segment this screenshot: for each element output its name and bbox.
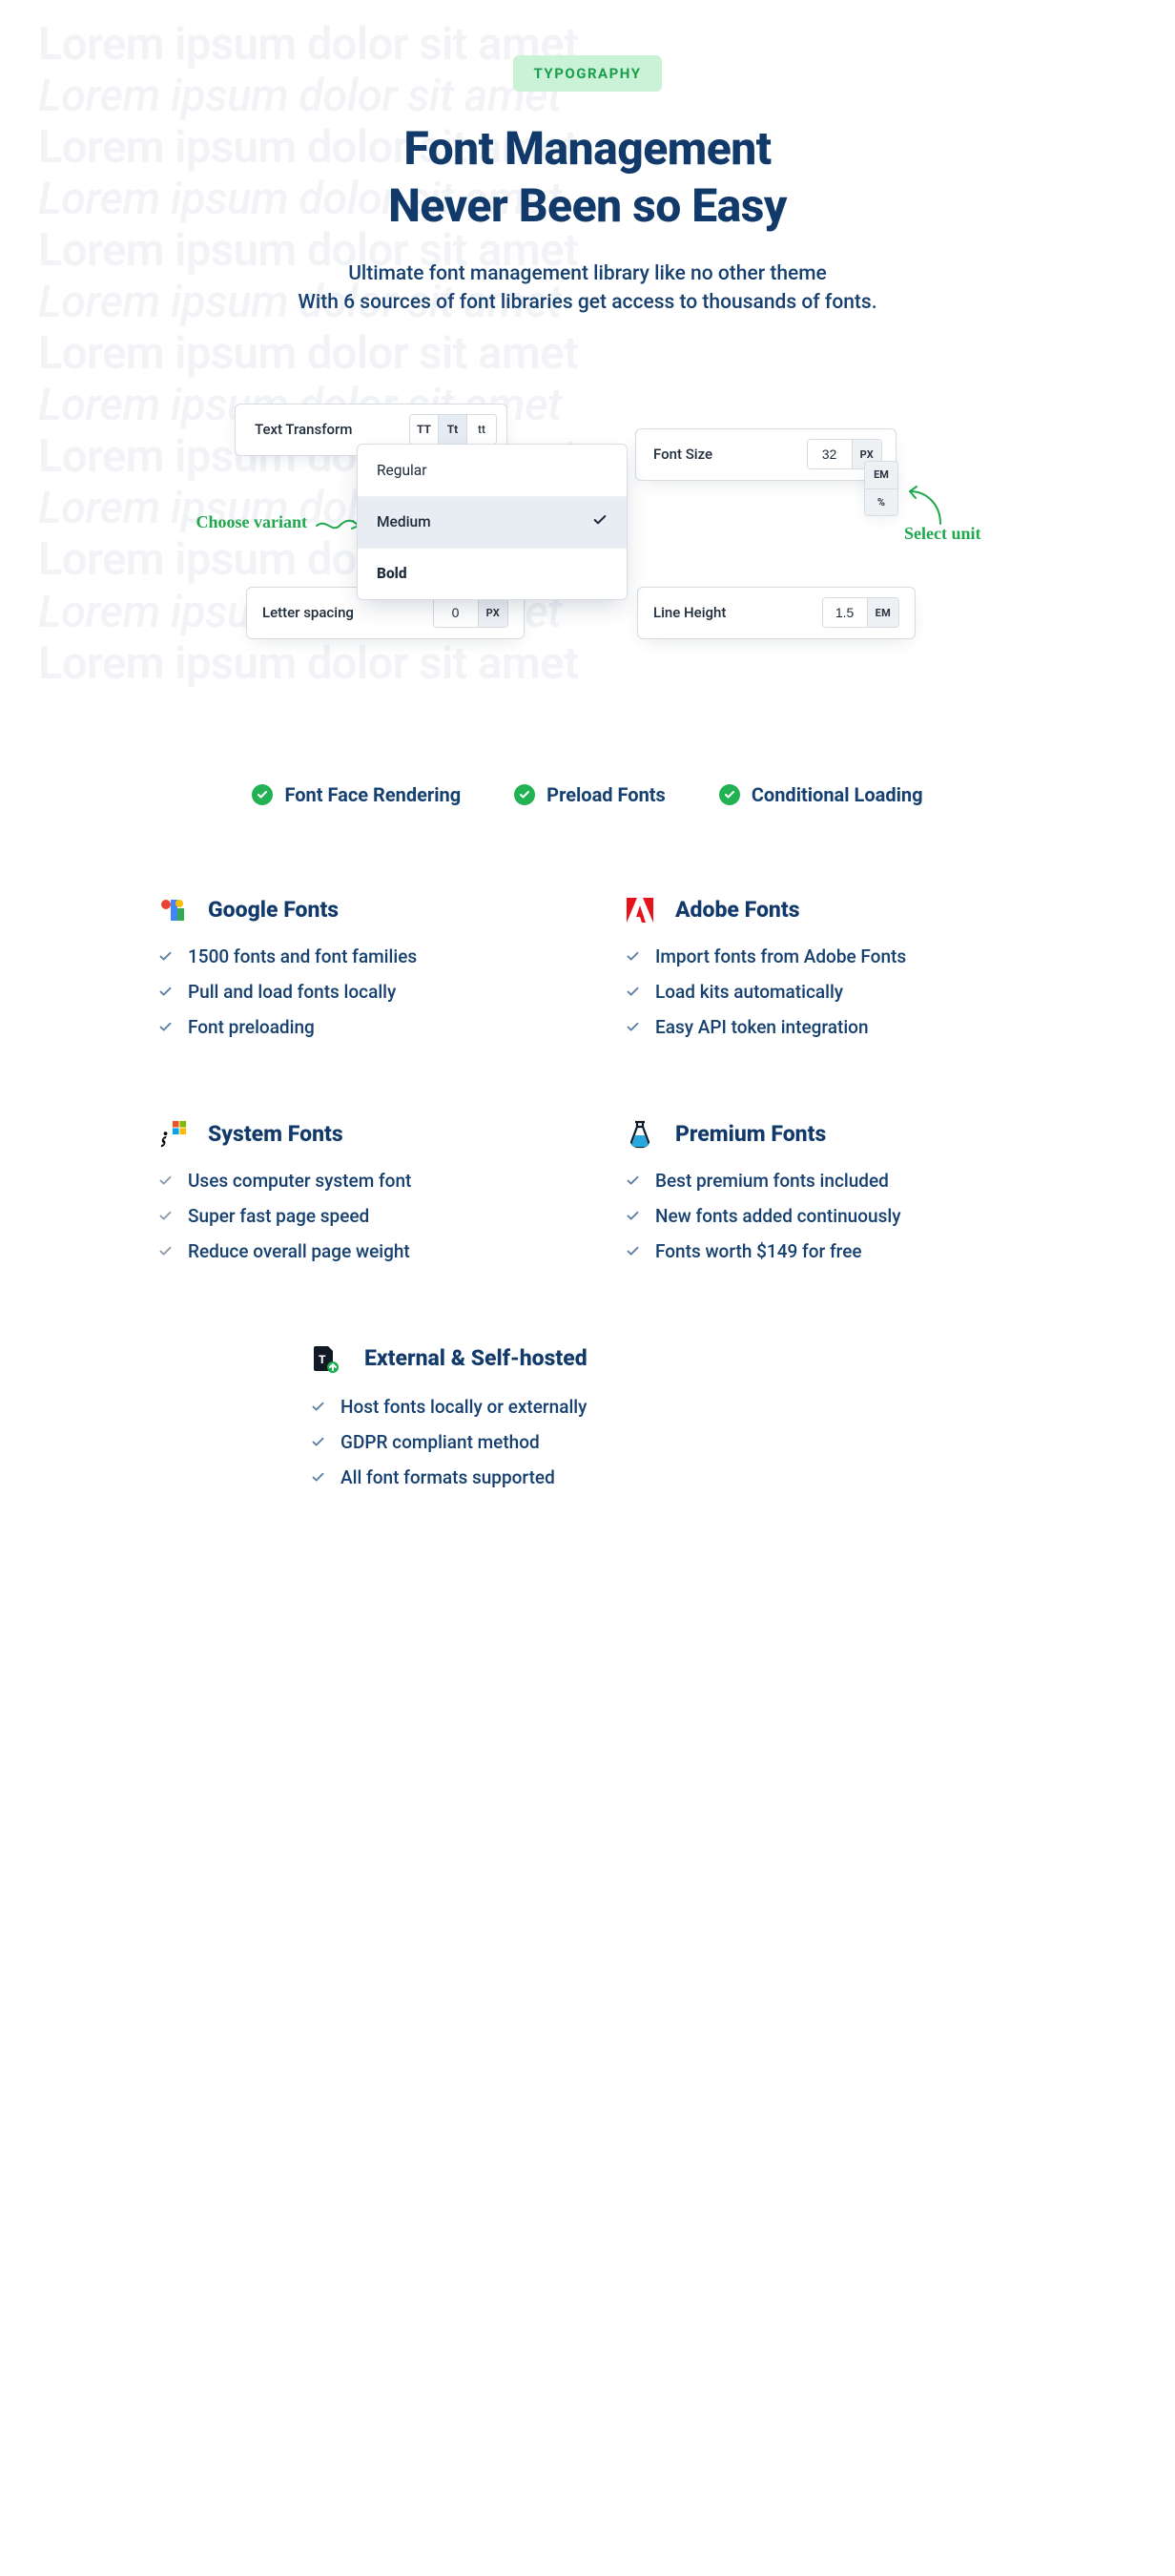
font-sources-grid: Google Fonts 1500 fonts and font familie… — [139, 896, 1036, 1262]
letter-spacing-input[interactable] — [434, 598, 478, 627]
letter-spacing-unit[interactable]: PX — [478, 598, 507, 627]
check-icon — [311, 1435, 325, 1449]
check-icon — [311, 1470, 325, 1485]
system-fonts-icon — [158, 1120, 187, 1149]
line-height-unit[interactable]: EM — [867, 598, 898, 627]
check-icon — [626, 985, 640, 999]
check-icon — [158, 1209, 173, 1223]
variant-option-medium[interactable]: Medium — [358, 496, 627, 548]
check-icon — [626, 1020, 640, 1034]
feature-conditional: Conditional Loading — [719, 783, 923, 806]
tt-uppercase-button[interactable]: TT — [410, 415, 439, 444]
source-system-fonts: System Fonts Uses computer system font S… — [158, 1120, 549, 1262]
font-size-panel: Font Size PX — [635, 428, 897, 481]
check-icon — [158, 1244, 173, 1258]
letter-spacing-label: Letter spacing — [262, 604, 354, 621]
unit-option-percent[interactable]: % — [865, 488, 897, 515]
text-transform-label: Text Transform — [255, 421, 352, 438]
source-adobe-fonts: Adobe Fonts Import fonts from Adobe Font… — [626, 896, 1017, 1038]
source-google-fonts: Google Fonts 1500 fonts and font familie… — [158, 896, 549, 1038]
check-circle-icon — [719, 784, 740, 805]
unit-option-em[interactable]: EM — [865, 462, 897, 488]
variant-option-bold[interactable]: Bold — [358, 548, 627, 599]
typography-demo: Text Transform TT Tt tt Regular Medium B… — [196, 404, 979, 757]
font-variant-dropdown[interactable]: Regular Medium Bold — [357, 444, 628, 600]
line-height-panel: Line Height EM — [637, 587, 916, 639]
feature-font-face: Font Face Rendering — [252, 783, 461, 806]
check-circle-icon — [252, 784, 273, 805]
features-strip: Font Face Rendering Preload Fonts Condit… — [0, 783, 1175, 806]
check-icon — [592, 512, 608, 531]
check-icon — [626, 1209, 640, 1223]
feature-preload: Preload Fonts — [514, 783, 666, 806]
line-height-input[interactable] — [823, 598, 867, 627]
unit-options-dropdown[interactable]: EM % — [864, 461, 898, 516]
adobe-fonts-icon — [626, 896, 654, 924]
text-transform-group: TT Tt tt — [409, 414, 497, 445]
page-subtitle: Ultimate font management library like no… — [0, 260, 1175, 318]
svg-text:T: T — [319, 1353, 326, 1366]
check-icon — [311, 1400, 325, 1414]
source-premium-fonts: Premium Fonts Best premium fonts include… — [626, 1120, 1017, 1262]
check-icon — [626, 1244, 640, 1258]
check-icon — [158, 1174, 173, 1188]
category-badge: TYPOGRAPHY — [513, 55, 663, 92]
check-icon — [626, 1174, 640, 1188]
check-icon — [158, 985, 173, 999]
check-icon — [158, 949, 173, 964]
source-external-selfhosted: T External & Self-hosted Host fonts loca… — [311, 1344, 864, 1488]
google-fonts-icon — [158, 896, 187, 924]
tt-lowercase-button[interactable]: tt — [467, 415, 496, 444]
variant-option-regular[interactable]: Regular — [358, 445, 627, 496]
annotation-choose-variant: Choose variant — [135, 512, 307, 532]
tt-capitalize-button[interactable]: Tt — [439, 415, 467, 444]
font-size-label: Font Size — [653, 446, 712, 463]
font-size-input[interactable] — [808, 440, 852, 468]
check-circle-icon — [514, 784, 535, 805]
premium-fonts-icon — [626, 1120, 654, 1149]
arrow-icon — [904, 486, 944, 528]
line-height-label: Line Height — [653, 604, 726, 621]
external-fonts-icon: T — [311, 1344, 340, 1373]
check-icon — [626, 949, 640, 964]
page-title: Font Management Never Been so Easy — [0, 120, 1175, 235]
check-icon — [158, 1020, 173, 1034]
